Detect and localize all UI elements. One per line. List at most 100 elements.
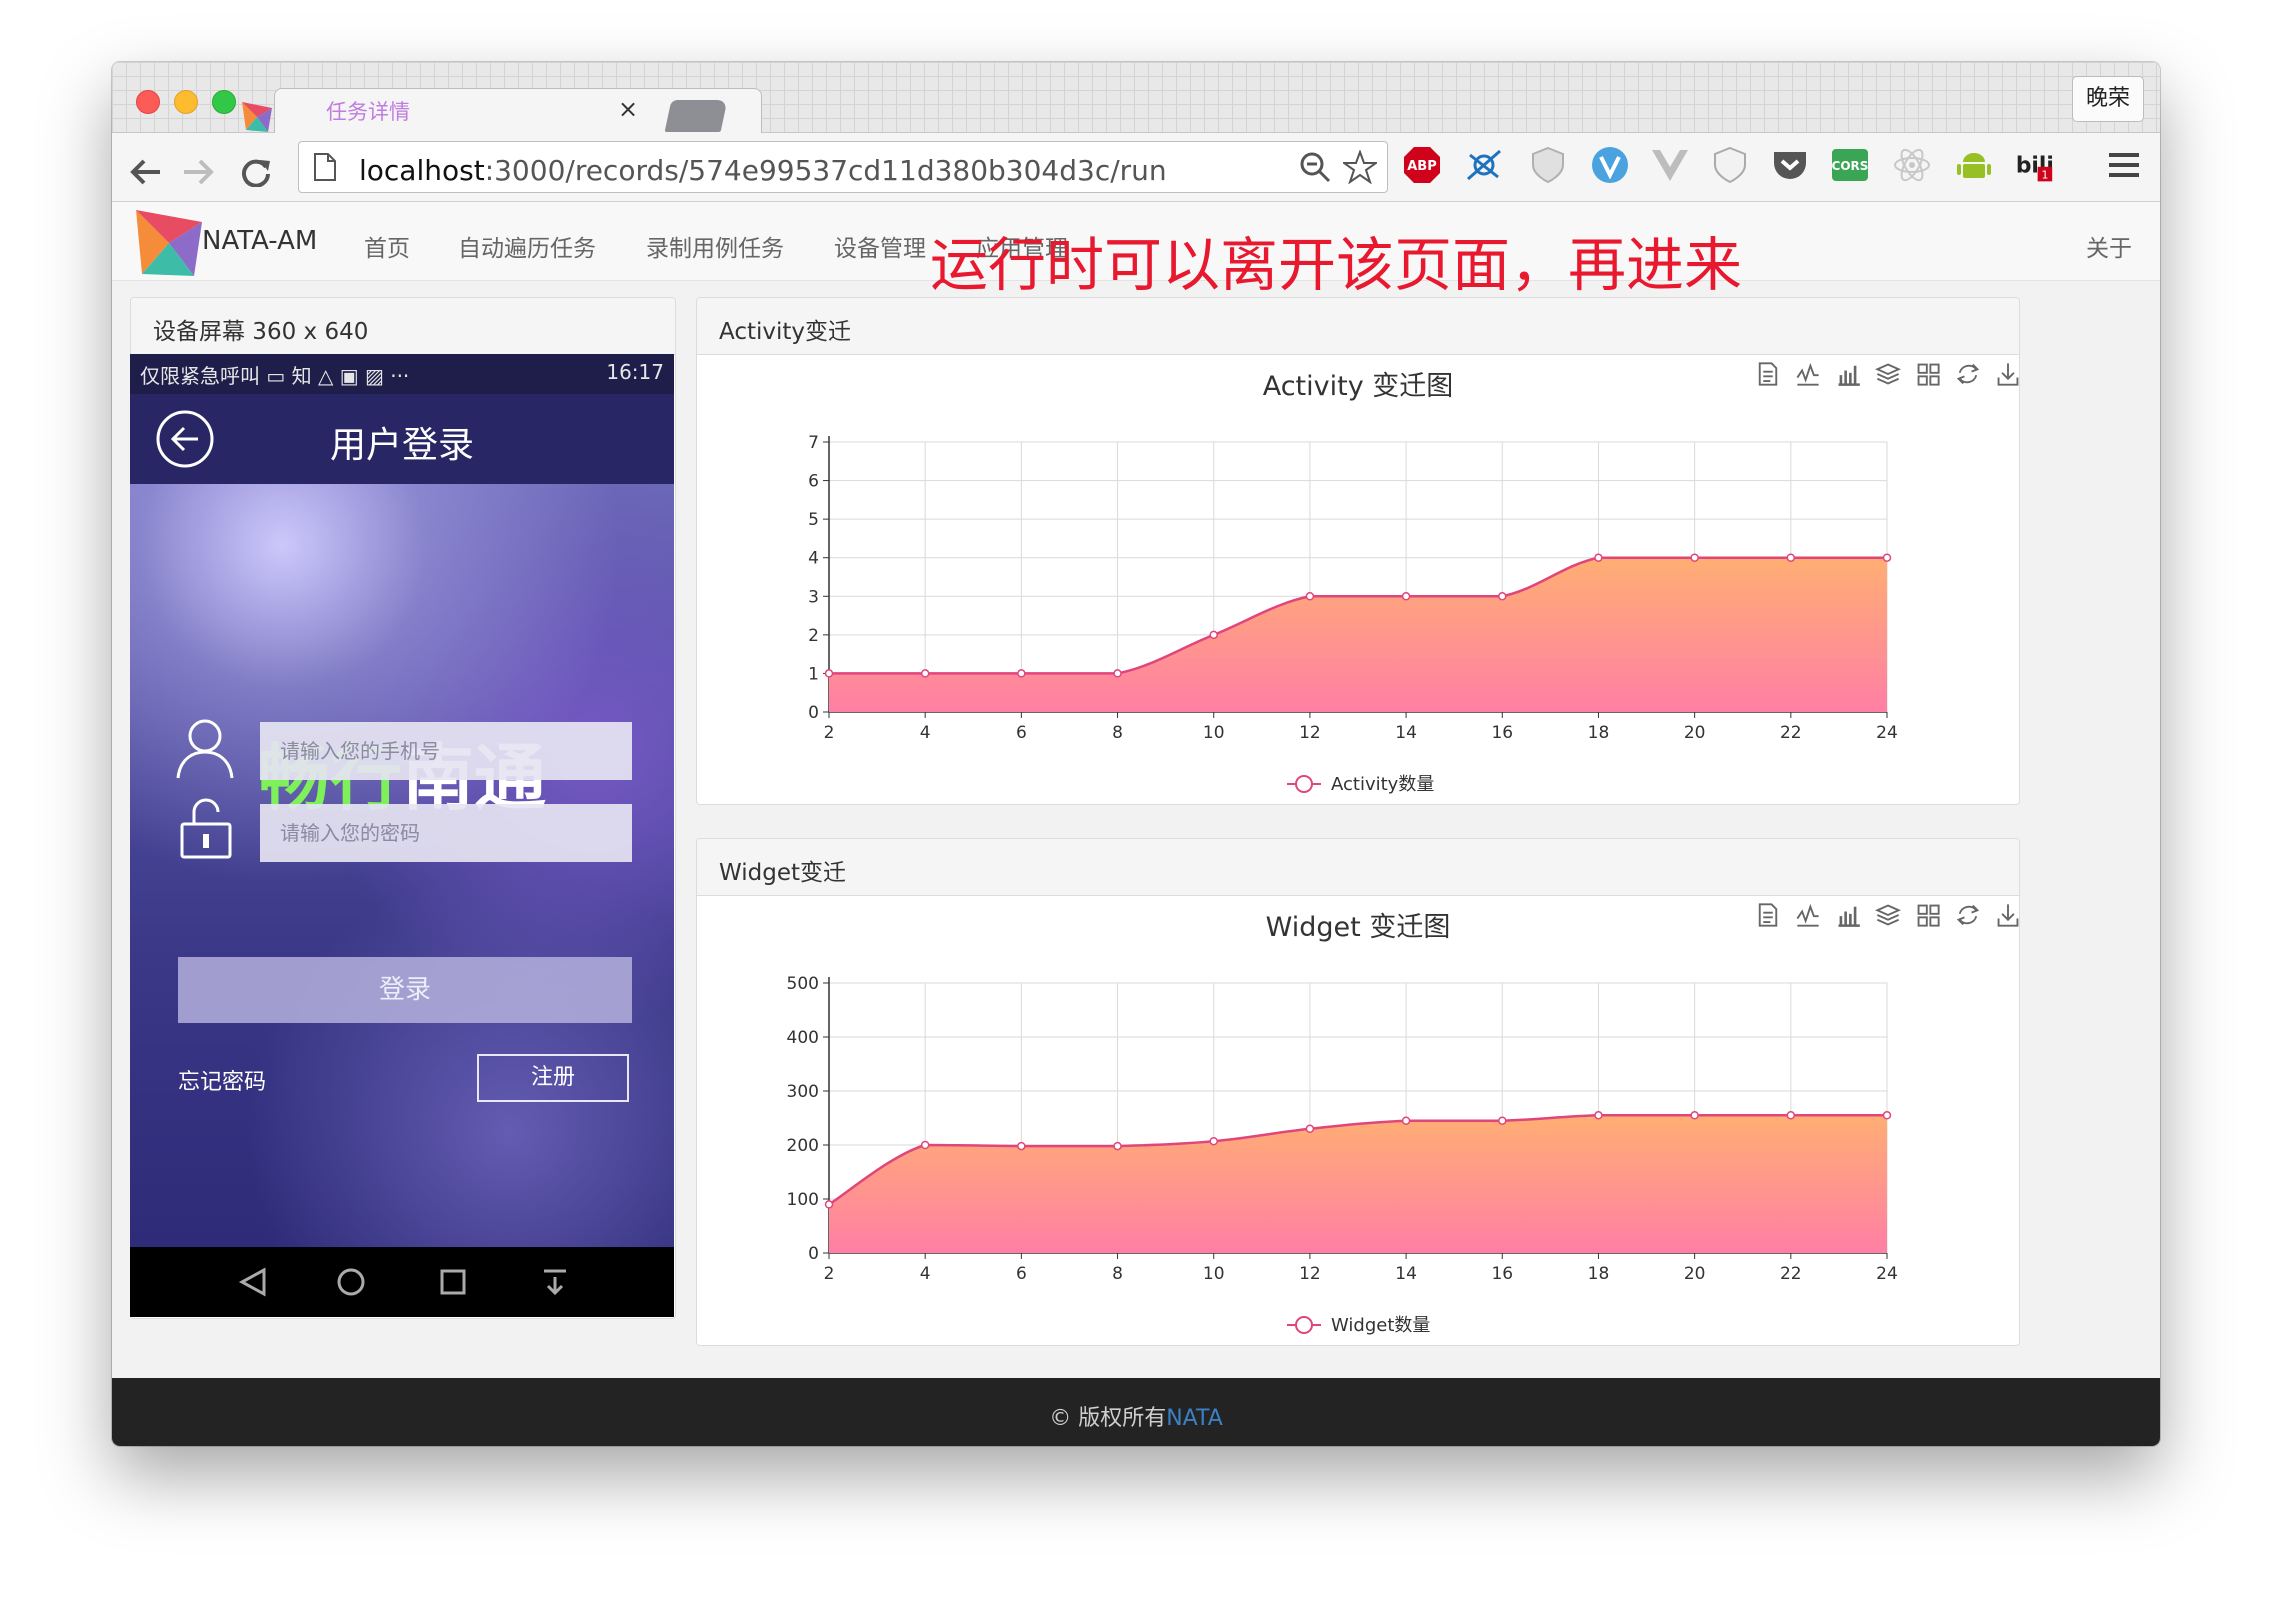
zoom-icon[interactable] [1299,151,1331,183]
data-point[interactable] [1786,1111,1796,1120]
back-arrow-icon[interactable] [128,157,164,187]
forgot-password-link[interactable]: 忘记密码 [178,1064,266,1096]
legend-label[interactable]: Activity数量 [1331,774,1434,795]
footer-nata-link[interactable]: NATA [1166,1406,1223,1431]
bilibili-icon[interactable]: bili 1 [2014,145,2054,185]
legend-marker[interactable] [1295,775,1313,793]
device-panel-title: 设备屏幕 360 x 640 [153,319,369,345]
android-home-icon[interactable] [336,1267,366,1297]
password-input[interactable]: 请输入您的密码 [260,804,632,862]
data-point[interactable] [824,669,834,678]
phone-screen[interactable]: 仅限紧急呼叫 ▭ 知 △ ▣ ▨ ··· 16:17 用户登录 畅行南通 请输入… [130,354,674,1317]
android-recents-icon[interactable] [438,1267,468,1297]
x-tick-label: 16 [1491,723,1513,743]
data-point[interactable] [1690,1111,1699,1120]
data-point[interactable] [1209,630,1218,640]
profile-button[interactable]: 晚荣 [2072,76,2144,122]
vue-devtools-icon[interactable] [1650,145,1690,185]
x-tick-label: 8 [1112,723,1123,743]
phone-number-input[interactable]: 请输入您的手机号 [260,722,632,780]
y-tick-label: 0 [808,703,819,723]
data-point[interactable] [1882,1111,1892,1120]
legend-label[interactable]: Widget数量 [1331,1315,1430,1336]
device-panel-heading: 设备屏幕 360 x 640 [131,298,675,355]
close-window-button[interactable] [136,90,160,114]
android-icon[interactable] [1954,145,1994,185]
x-tick-label: 14 [1395,1264,1417,1284]
y-tick-label: 3 [808,587,819,607]
data-point[interactable] [1209,1136,1218,1146]
x-tick-label: 16 [1491,1264,1513,1284]
adblock-label: ABP [1407,159,1437,174]
nav-recorded-case-tasks[interactable]: 录制用例任务 [646,229,784,263]
data-point[interactable] [1017,1141,1026,1151]
data-point[interactable] [1594,1111,1603,1120]
bilibili-badge: 1 [2041,169,2048,182]
nata-logo-icon[interactable] [134,208,204,278]
data-point[interactable] [1594,553,1603,562]
activity-panel: Activity变迁 Activity 变迁图 0 1 2 3 4 5 6 7 2 4 6 8 10 12… [696,297,2020,805]
data-point[interactable] [1690,553,1699,562]
x-tick-label: 22 [1780,1264,1802,1284]
bookmark-star-icon[interactable] [1343,150,1377,184]
data-point[interactable] [1113,669,1122,678]
x-tick-label: 18 [1588,1264,1610,1284]
data-point[interactable] [1305,1124,1315,1134]
new-tab-button[interactable] [664,100,728,132]
x-tick-label: 12 [1299,1264,1321,1284]
data-point[interactable] [1017,669,1026,678]
data-point[interactable] [1401,1116,1411,1125]
data-point[interactable] [1498,1116,1507,1125]
lock-icon [180,798,232,859]
page-icon [314,153,336,181]
activity-panel-heading: Activity变迁 [697,298,2019,355]
data-point[interactable] [1113,1141,1122,1151]
legend-marker[interactable] [1295,1316,1313,1334]
reload-icon[interactable] [238,157,274,187]
forward-arrow-icon[interactable] [180,157,216,187]
nav-about[interactable]: 关于 [2086,229,2132,263]
phone-background: 畅行南通 请输入您的手机号 请输入您的密码 [130,484,674,1247]
y-tick-label: 200 [787,1136,819,1156]
android-pulldown-icon[interactable] [540,1267,570,1297]
maximize-window-button[interactable] [212,90,236,114]
series-area [829,1115,1887,1253]
x-tick-label: 20 [1684,723,1706,743]
data-point[interactable] [1882,553,1892,562]
cors-icon[interactable]: CORS [1830,145,1870,185]
tab-strip: 任务详情 × 晚荣 [112,62,2160,134]
data-point[interactable] [1305,592,1315,601]
data-point[interactable] [1498,592,1507,601]
data-point[interactable] [824,1200,834,1209]
x-tick-label: 8 [1112,1264,1123,1284]
x-tick-label: 6 [1016,1264,1027,1284]
pocket-icon[interactable] [1770,145,1810,185]
nav-auto-traverse-tasks[interactable]: 自动遍历任务 [458,229,596,263]
data-point[interactable] [1401,592,1411,601]
user-icon [176,719,234,779]
minimize-window-button[interactable] [174,90,198,114]
cors-label: CORS [1832,159,1869,173]
url-omnibox[interactable]: localhost:3000/records/574e99537cd11d380… [298,141,1388,193]
y-tick-label: 1 [808,664,819,684]
crosshair-icon[interactable] [1464,145,1504,185]
android-back-icon[interactable] [238,1267,268,1297]
privacy-shield-icon[interactable] [1710,145,1750,185]
data-point[interactable] [1786,553,1796,562]
nav-device-management[interactable]: 设备管理 [834,229,926,263]
react-devtools-icon[interactable] [1892,145,1932,185]
register-button[interactable]: 注册 [477,1054,629,1102]
tab-close-icon[interactable]: × [618,95,638,123]
x-tick-label: 12 [1299,723,1321,743]
widget-panel-heading: Widget变迁 [697,839,2019,896]
nav-home[interactable]: 首页 [364,229,410,263]
y-tick-label: 4 [808,549,819,569]
phone-login-button[interactable]: 登录 [178,957,632,1023]
adblock-plus-icon[interactable]: ABP [1402,145,1442,185]
menu-icon[interactable] [2104,145,2144,185]
brand-name[interactable]: NATA-AM [202,226,317,256]
shield-badge-icon[interactable] [1528,145,1568,185]
vimium-icon[interactable] [1590,145,1630,185]
data-point[interactable] [920,1140,930,1150]
data-point[interactable] [920,669,930,678]
